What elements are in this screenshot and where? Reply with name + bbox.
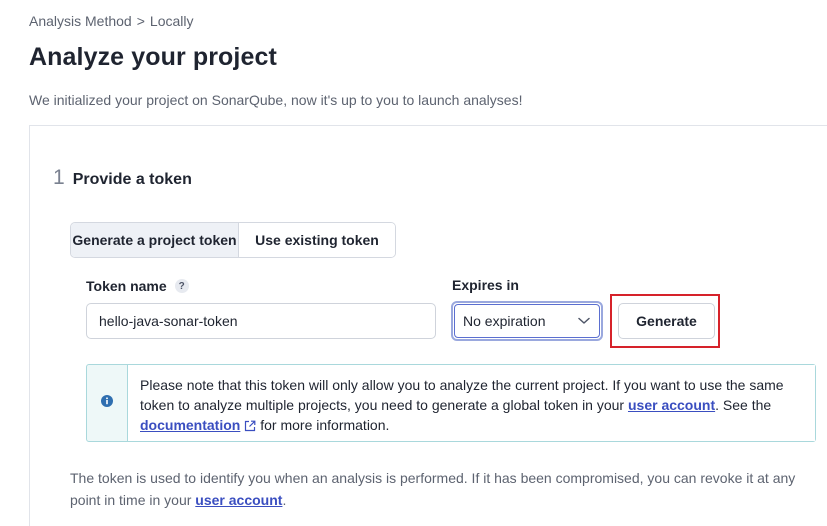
info-text-part-3: for more information. — [256, 417, 390, 433]
step-title: Provide a token — [72, 171, 192, 188]
generate-button[interactable]: Generate — [618, 303, 715, 339]
note-text-part-1: The token is used to identify you when a… — [70, 470, 796, 508]
step-header: 1 Provide a token — [53, 166, 192, 190]
token-name-input[interactable] — [86, 303, 436, 339]
page-subtitle: We initialized your project on SonarQube… — [29, 92, 523, 108]
breadcrumb-analysis-method[interactable]: Analysis Method — [29, 13, 132, 29]
expiration-select-value: No expiration — [463, 313, 546, 329]
info-box: Please note that this token will only al… — [86, 364, 816, 442]
token-name-label-row: Token name ? — [86, 278, 189, 294]
expiration-select[interactable]: No expiration — [451, 301, 603, 341]
toggle-use-existing-token[interactable]: Use existing token — [239, 223, 395, 257]
breadcrumb: Analysis Method > Locally — [29, 13, 194, 29]
external-link-icon — [244, 417, 256, 437]
token-usage-note: The token is used to identify you when a… — [70, 467, 810, 511]
note-text-part-2: . — [282, 492, 287, 508]
info-icon-column — [87, 365, 128, 441]
page: Analysis Method > Locally Analyze your p… — [0, 0, 827, 526]
expires-label-row: Expires in — [452, 277, 519, 293]
breadcrumb-separator: > — [136, 13, 145, 29]
info-text: Please note that this token will only al… — [128, 365, 815, 441]
toggle-generate-project-token[interactable]: Generate a project token — [71, 223, 239, 257]
documentation-link[interactable]: documentation — [140, 417, 240, 433]
chevron-down-icon — [577, 314, 591, 328]
info-text-part-2: . See the — [715, 397, 772, 413]
breadcrumb-locally[interactable]: Locally — [150, 13, 194, 29]
expires-in-label: Expires in — [452, 277, 519, 293]
page-title: Analyze your project — [29, 43, 277, 71]
info-icon — [101, 394, 113, 412]
help-icon[interactable]: ? — [174, 279, 189, 293]
footer-user-account-link[interactable]: user account — [195, 492, 282, 508]
token-type-toggle: Generate a project token Use existing to… — [70, 222, 396, 258]
user-account-link[interactable]: user account — [628, 397, 715, 413]
token-name-label: Token name — [86, 278, 167, 294]
step-number: 1 — [53, 166, 65, 189]
